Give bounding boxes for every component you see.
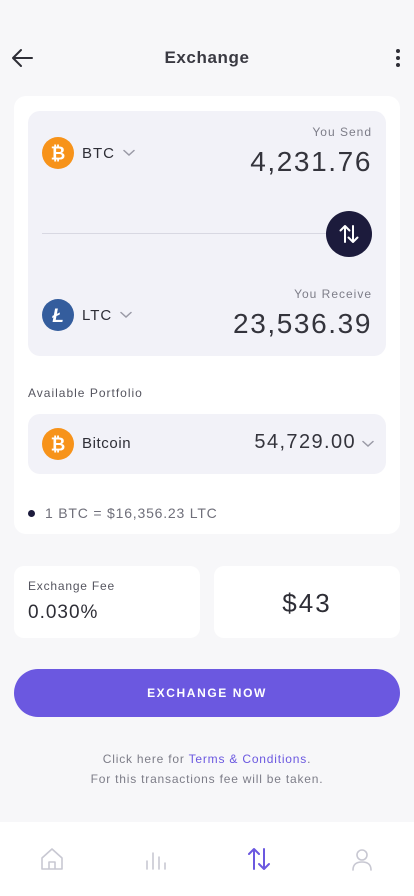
send-coin-code: BTC — [82, 144, 115, 162]
chevron-down-icon — [362, 440, 374, 448]
receive-coin-selector[interactable]: Ł LTC — [42, 299, 132, 331]
receive-amount[interactable]: 23,536.39 — [233, 308, 372, 340]
swap-arrows-icon — [339, 225, 359, 243]
total-value: $43 — [282, 588, 332, 618]
total-card: $43 — [214, 566, 400, 638]
fee-card: Exchange Fee 0.030% — [14, 566, 200, 638]
litecoin-icon: Ł — [42, 299, 74, 331]
chevron-down-icon — [123, 149, 135, 157]
send-amount[interactable]: 4,231.76 — [250, 146, 372, 178]
terms-line-2: For this transactions fee will be taken. — [90, 772, 324, 786]
user-icon — [352, 849, 373, 871]
svg-text:₿: ₿ — [51, 435, 66, 455]
portfolio-label: Available Portfolio — [28, 386, 143, 400]
portfolio-coin-name: Bitcoin — [82, 435, 132, 452]
swap-button[interactable] — [326, 211, 372, 257]
exchange-rate-text: 1 BTC = $16,356.23 LTC — [45, 505, 218, 521]
swap-arrows-icon — [247, 848, 270, 870]
page-title: Exchange — [164, 48, 250, 67]
exchange-card: ₿ BTC You Send 4,231.76 Ł LTC You Receiv… — [14, 96, 400, 534]
receive-caption: You Receive — [294, 287, 372, 301]
bullet-dot — [28, 509, 35, 517]
bitcoin-icon: ₿ — [42, 428, 74, 460]
nav-stats[interactable] — [104, 822, 208, 896]
divider — [42, 233, 332, 234]
fee-label: Exchange Fee — [28, 579, 115, 593]
send-caption: You Send — [312, 125, 372, 139]
terms-note: Click here for Terms & Conditions. For t… — [0, 749, 414, 789]
fee-value: 0.030% — [28, 602, 99, 623]
exchange-now-button[interactable]: EXCHANGE NOW — [14, 669, 400, 717]
terms-link[interactable]: Terms & Conditions — [189, 752, 307, 766]
terms-prefix: Click here for — [102, 752, 189, 766]
home-icon — [40, 848, 63, 870]
receive-coin-code: LTC — [82, 306, 113, 324]
terms-suffix: . — [307, 752, 312, 766]
header: Exchange — [0, 0, 414, 100]
more-vertical-icon — [396, 49, 400, 67]
chevron-down-icon — [120, 311, 132, 319]
bottom-nav — [0, 822, 414, 896]
exchange-rate: 1 BTC = $16,356.23 LTC — [28, 505, 218, 521]
terms-line-1: Click here for Terms & Conditions. — [0, 749, 414, 769]
nav-profile[interactable] — [311, 822, 414, 896]
swap-panel: ₿ BTC You Send 4,231.76 Ł LTC You Receiv… — [28, 111, 386, 356]
svg-text:₿: ₿ — [51, 144, 66, 164]
bar-chart-icon — [146, 852, 167, 870]
more-options-button[interactable] — [392, 44, 404, 72]
nav-exchange[interactable] — [207, 822, 311, 896]
svg-text:Ł: Ł — [51, 306, 64, 327]
send-coin-selector[interactable]: ₿ BTC — [42, 137, 135, 169]
portfolio-value: 54,729.00 — [254, 431, 356, 453]
bitcoin-icon: ₿ — [42, 137, 74, 169]
portfolio-selector[interactable]: ₿ Bitcoin 54,729.00 — [28, 414, 386, 474]
nav-home[interactable] — [0, 822, 104, 896]
